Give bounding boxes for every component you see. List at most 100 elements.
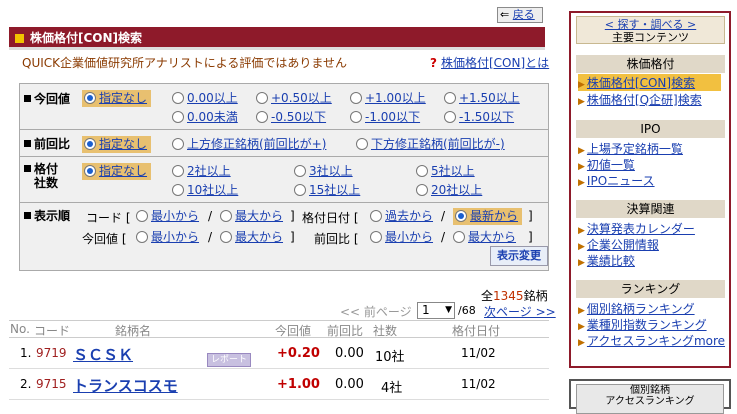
count-opt-15[interactable]: 15社以上 [294, 182, 360, 199]
page-title-bar: 株価格付[CON]検索 [9, 27, 545, 50]
order-label: 表示順 [24, 207, 70, 224]
current-opt-m100[interactable]: -1.00以下 [350, 109, 420, 126]
order-date-past[interactable]: 過去から [370, 208, 433, 225]
sidebar-item-first-price[interactable]: ▶ 初値一覧 [578, 156, 635, 173]
radio-icon [370, 210, 382, 222]
help-link[interactable]: ? 株価格付[CON]とは [430, 54, 549, 71]
filter-form: 今回値 指定なし 0.00以上 +0.50以上 +1.00以上 +1.50以上 … [19, 83, 549, 271]
order-current-desc[interactable]: 最大から [220, 229, 283, 246]
order-code-asc[interactable]: 最小から [136, 208, 199, 225]
radio-icon [444, 111, 456, 123]
question-icon: ? [430, 56, 437, 70]
radio-icon [455, 210, 467, 222]
prev-opt-up[interactable]: 上方修正銘柄(前回比が+) [172, 136, 326, 153]
count-opt-5[interactable]: 5社以上 [416, 163, 475, 180]
radio-icon [444, 92, 456, 104]
order-date-label: 格付日付 [ [302, 211, 359, 225]
order-code-label: コード [ [86, 211, 131, 225]
current-opt-p050[interactable]: +0.50以上 [256, 90, 332, 107]
current-opt-under0[interactable]: 0.00未満 [172, 109, 238, 126]
sidebar-item-ipo-list[interactable]: ▶ 上場予定銘柄一覧 [578, 140, 683, 157]
sidebar: < 探す・調べる > 主要コンテンツ 株価格付 ▶ 株価格付[CON]検索 ▶ 株価格… [569, 11, 731, 368]
square-bullet-icon [15, 34, 24, 43]
current-opt-m050[interactable]: -0.50以下 [256, 109, 326, 126]
prev-diff-label: 前回比 [24, 135, 70, 152]
chevron-down-icon: ▼ [445, 305, 452, 315]
sidebar-header: < 探す・調べる > 主要コンテンツ [576, 16, 725, 44]
sidebar-section-ipo: IPO [576, 120, 725, 138]
current-opt-p100[interactable]: +1.00以上 [350, 90, 426, 107]
disclaimer-note: QUICK企業価値研究所アナリストによる評価ではありません [22, 56, 348, 70]
current-opt-none[interactable]: 指定なし [82, 90, 152, 107]
radio-icon [370, 231, 382, 243]
sidebar-section-earnings: 決算関連 [576, 200, 725, 218]
current-opt-p150[interactable]: +1.50以上 [444, 90, 520, 107]
radio-icon [220, 210, 232, 222]
order-prev-desc[interactable]: 最大から [453, 229, 516, 246]
sidebar-item-ipo-news[interactable]: ▶ IPOニュース [578, 172, 655, 189]
prev-opt-down[interactable]: 下方修正銘柄(前回比が-) [356, 136, 505, 153]
order-prev-asc[interactable]: 最小から [370, 229, 433, 246]
radio-icon [416, 165, 428, 177]
prev-opt-none[interactable]: 指定なし [82, 136, 152, 153]
table-row: 2. 9715 トランスコスモ +1.00 0.00 4社 11/02 [9, 370, 549, 400]
sidebar-item-disclosure[interactable]: ▶ 企業公開情報 [578, 236, 659, 253]
count-opt-2[interactable]: 2社以上 [172, 163, 231, 180]
radio-icon [84, 92, 96, 104]
back-button[interactable]: ⇐ 戻る [497, 7, 543, 23]
table-header: No. コード 銘柄名 今回値 前回比 社数 格付日付 [9, 320, 549, 338]
sidebar-item-calendar[interactable]: ▶ 決算発表カレンダー [578, 220, 695, 237]
radio-icon [84, 165, 96, 177]
order-date-latest[interactable]: 最新から [453, 208, 523, 225]
current-opt-m150[interactable]: -1.50以下 [444, 109, 514, 126]
stock-name-link[interactable]: ＳＣＳＫ [73, 344, 133, 365]
sidebar-item-stock-rank[interactable]: ▶ 個別銘柄ランキング [578, 300, 695, 317]
sidebar-item-access-rank[interactable]: ▶ アクセスランキングmore [578, 332, 725, 349]
radio-icon [172, 184, 184, 196]
radio-icon [256, 111, 268, 123]
count-opt-10[interactable]: 10社以上 [172, 182, 238, 199]
count-opt-none[interactable]: 指定なし [82, 163, 152, 180]
count-opt-3[interactable]: 3社以上 [294, 163, 353, 180]
sidebar-section-rating: 株価格付 [576, 55, 725, 73]
radio-icon [136, 231, 148, 243]
radio-icon [256, 92, 268, 104]
radio-icon [350, 111, 362, 123]
current-opt-0[interactable]: 0.00以上 [172, 90, 238, 107]
return-arrow-icon: ⇐ [500, 8, 510, 21]
page-select[interactable]: 1 ▼ [417, 302, 455, 319]
table-row: 1. 9719 ＳＣＳＫ ▶ レポート +0.20 0.00 10社 11/02 [9, 339, 549, 369]
sidebar-item-con-search[interactable]: ▶ 株価格付[CON]検索 [578, 74, 721, 91]
apply-button[interactable]: 表示変更 [490, 246, 548, 266]
radio-icon [356, 138, 368, 150]
radio-icon [294, 165, 306, 177]
order-current-asc[interactable]: 最小から [136, 229, 199, 246]
radio-icon [220, 231, 232, 243]
sidebar-item-sector-rank[interactable]: ▶ 業種別指数ランキング [578, 316, 707, 333]
help-link-text[interactable]: 株価格付[CON]とは [441, 56, 549, 70]
count-opt-20[interactable]: 20社以上 [416, 182, 482, 199]
radio-icon [172, 111, 184, 123]
radio-icon [84, 138, 96, 150]
rating-count-label2: 社数 [34, 176, 59, 190]
radio-icon [294, 184, 306, 196]
radio-icon [172, 165, 184, 177]
stock-name-link[interactable]: トランスコスモ [73, 375, 178, 396]
sidebar-item-q-search[interactable]: ▶ 株価格付[Q企研]検索 [578, 91, 702, 108]
total-count: 全1345銘柄 [481, 289, 548, 303]
sidebar-item-compare[interactable]: ▶ 業績比較 [578, 252, 635, 269]
sidebar-section-ranking: ランキング [576, 280, 725, 298]
page-total: /68 [458, 304, 476, 317]
radio-icon [453, 231, 465, 243]
radio-icon [350, 92, 362, 104]
radio-icon [136, 210, 148, 222]
next-page-link[interactable]: 次ページ >> [484, 303, 556, 320]
current-value-label: 今回値 [24, 90, 70, 107]
order-current-label: 今回値 [ [82, 232, 127, 246]
sidebar-access-box: 個別銘柄 アクセスランキング [569, 379, 731, 414]
radio-icon [416, 184, 428, 196]
radio-icon [172, 138, 184, 150]
order-prev-label: 前回比 [ [314, 232, 359, 246]
order-code-desc[interactable]: 最大から [220, 208, 283, 225]
prev-page-link: << 前ページ [340, 305, 412, 319]
